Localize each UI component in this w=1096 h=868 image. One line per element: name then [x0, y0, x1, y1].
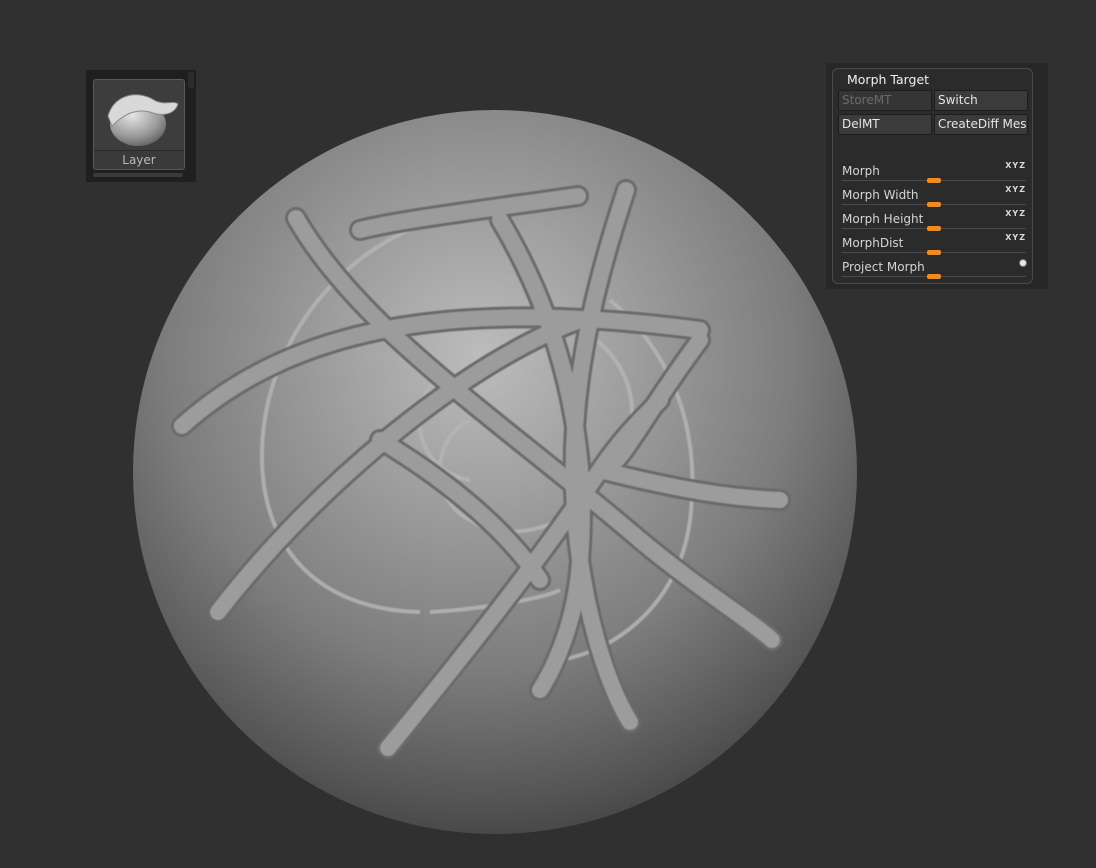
xyz-axis-toggle[interactable]: XYZ: [1005, 209, 1026, 218]
xyz-axis-toggle[interactable]: XYZ: [1005, 185, 1026, 194]
slider-label: Morph Width: [842, 188, 919, 202]
store-mt-button[interactable]: StoreMT: [838, 90, 932, 111]
slider-label: Project Morph: [842, 260, 925, 274]
xyz-axis-toggle[interactable]: XYZ: [1005, 161, 1026, 170]
morph-dist-slider[interactable]: MorphDist XYZ: [842, 233, 1026, 260]
slider-handle[interactable]: [927, 178, 941, 183]
slider-handle[interactable]: [927, 250, 941, 255]
slider-handle[interactable]: [927, 274, 941, 279]
switch-button[interactable]: Switch: [934, 90, 1028, 111]
create-diff-mesh-button[interactable]: CreateDiff Mesh: [934, 114, 1028, 135]
morph-target-palette: Morph Target StoreMT Switch DelMT Create…: [826, 63, 1048, 289]
xyz-axis-toggle[interactable]: XYZ: [1005, 233, 1026, 242]
brush-panel-handle: [188, 72, 194, 88]
slider-handle[interactable]: [927, 226, 941, 231]
project-morph-slider[interactable]: Project Morph: [842, 260, 1026, 284]
brush-label: Layer: [94, 150, 184, 169]
radio-dot-icon[interactable]: [1020, 260, 1026, 266]
layer-brush-icon: [107, 94, 179, 146]
morph-slider[interactable]: Morph XYZ: [842, 161, 1026, 188]
del-mt-button[interactable]: DelMT: [838, 114, 932, 135]
layer-brush-button[interactable]: Layer: [93, 79, 185, 170]
morph-target-panel: Morph Target StoreMT Switch DelMT Create…: [832, 68, 1033, 284]
slider-handle[interactable]: [927, 202, 941, 207]
morph-width-slider[interactable]: Morph Width XYZ: [842, 185, 1026, 212]
brush-subtile: [93, 173, 183, 177]
brush-selector[interactable]: Layer: [86, 70, 196, 182]
slider-label: MorphDist: [842, 236, 904, 250]
morph-height-slider[interactable]: Morph Height XYZ: [842, 209, 1026, 236]
morph-target-title[interactable]: Morph Target: [847, 72, 929, 87]
slider-label: Morph: [842, 164, 880, 178]
slider-label: Morph Height: [842, 212, 924, 226]
